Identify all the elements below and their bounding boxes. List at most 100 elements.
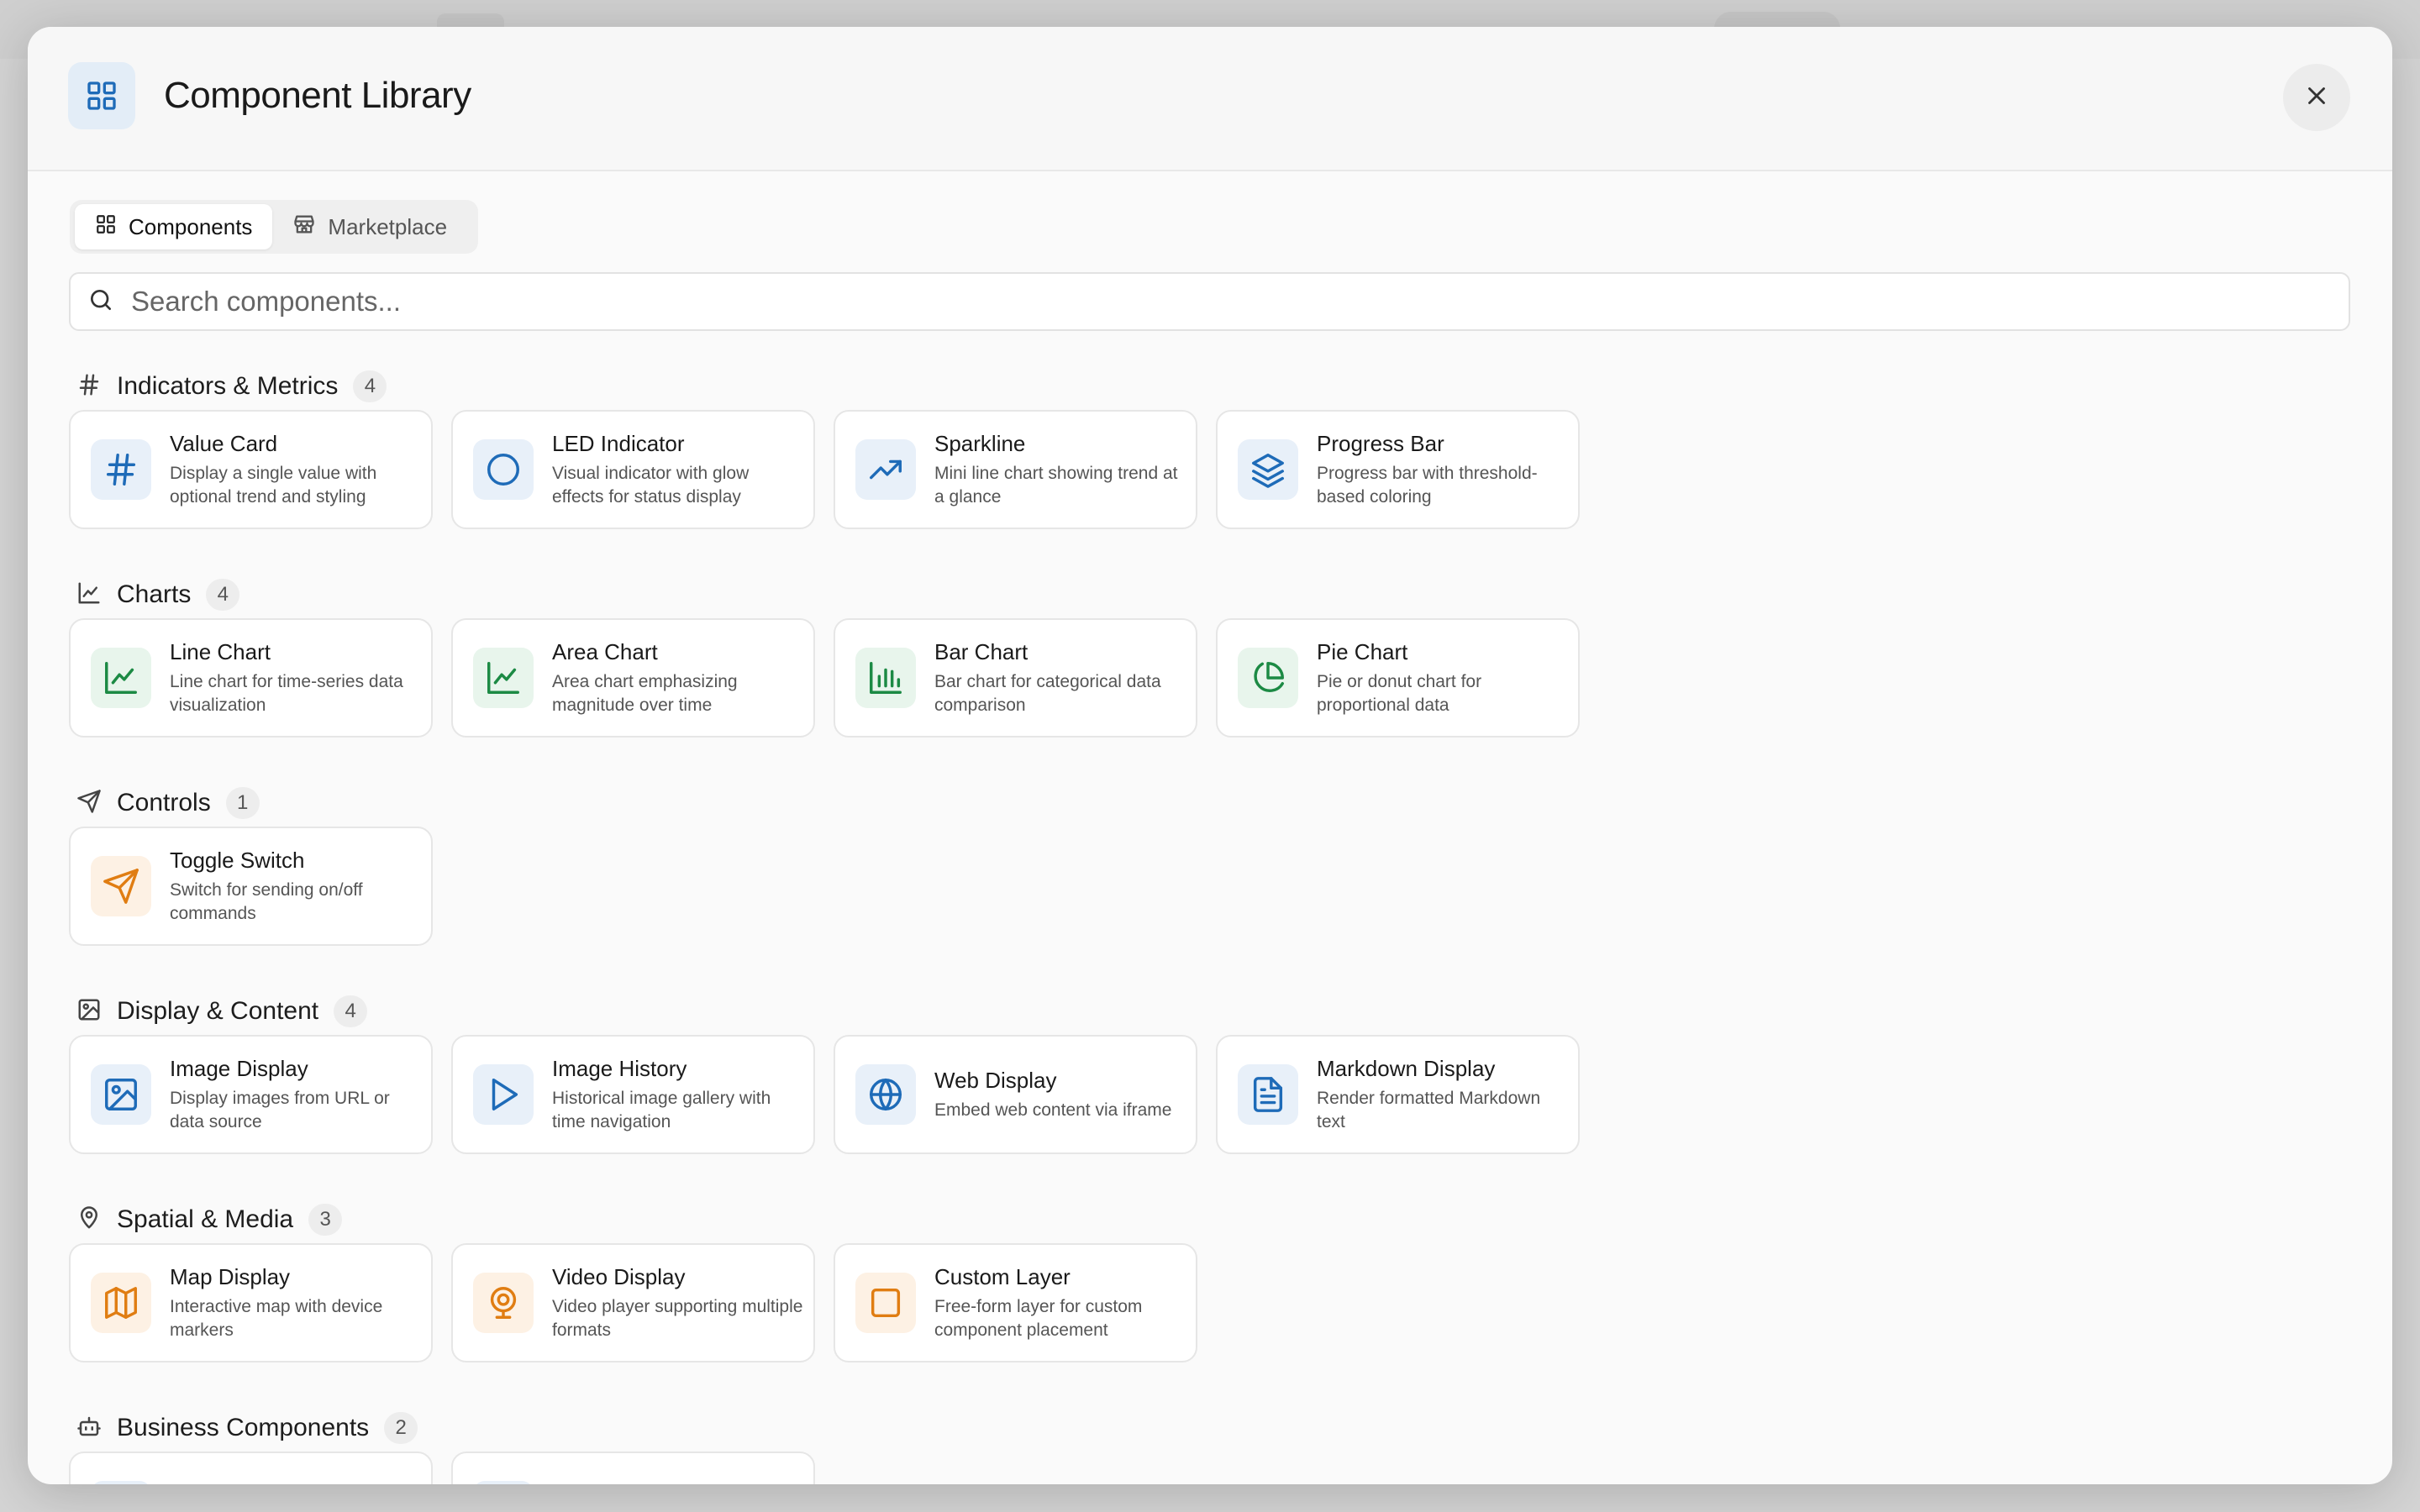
card-title: Value Card <box>170 430 278 456</box>
modal-title: Component Library <box>164 75 471 116</box>
file-text-icon <box>1238 1064 1298 1125</box>
card-description: Mini line chart showing trend at a glanc… <box>934 463 1178 507</box>
card-text: Toggle Switch Switch for sending on/off c… <box>170 848 422 926</box>
card-title: Bar Chart <box>934 638 1028 664</box>
component-card-toggle-switch[interactable]: Toggle Switch Switch for sending on/off c… <box>69 827 433 946</box>
component-card-area-chart[interactable]: Area Chart Area chart emphasizing magnitu… <box>451 618 815 738</box>
card-description: Video player supporting multiple formats <box>552 1296 803 1340</box>
card-description: Pie or donut chart for proportional data <box>1317 671 1482 715</box>
search-input[interactable] <box>129 285 2317 318</box>
component-card-sparkline[interactable]: Sparkline Mini line chart showing trend a… <box>834 410 1197 529</box>
card-text: Image History Historical image gallery wi… <box>552 1056 804 1134</box>
card-text: Web Display Embed web content via iframe <box>934 1068 1186 1122</box>
card-row: Line Chart Line chart for time-series dat… <box>69 618 1580 738</box>
webcam-icon <box>473 1273 534 1333</box>
image-icon <box>76 997 102 1026</box>
component-card-line-chart[interactable]: Line Chart Line chart for time-series dat… <box>69 618 433 738</box>
play-icon <box>473 1064 534 1125</box>
card-description: Interactive map with device markers <box>170 1296 383 1340</box>
card-row: Map Display Interactive map with device m… <box>69 1243 1197 1362</box>
component-card-bar-chart[interactable]: Bar Chart Bar chart for categorical data … <box>834 618 1197 738</box>
tab-components[interactable]: Components <box>75 204 273 249</box>
map-pin-icon <box>76 1205 102 1235</box>
component-card-video-display[interactable]: Video Display Video player supporting mul… <box>451 1243 815 1362</box>
tab-label: Marketplace <box>328 213 448 239</box>
card-text: Image Display Display images from URL or … <box>170 1056 422 1134</box>
card-title: Video Display <box>552 1263 686 1289</box>
section-business-components: Business Components 2 Agent Monitor Widget… <box>69 1411 815 1484</box>
line-chart-icon <box>76 580 102 610</box>
line-chart-icon <box>91 648 151 708</box>
component-card-value-card[interactable]: Value Card Display a single value with op… <box>69 410 433 529</box>
component-card-pie-chart[interactable]: Pie Chart Pie or donut chart for proporti… <box>1216 618 1580 738</box>
trending-up-icon <box>855 439 916 500</box>
card-description: Progress bar with threshold-based colori… <box>1317 463 1538 507</box>
close-button[interactable] <box>2283 64 2350 131</box>
component-card-image-history[interactable]: Image History Historical image gallery wi… <box>451 1035 815 1154</box>
card-description: Line chart for time-series data visualiz… <box>170 671 403 715</box>
pie-chart-icon <box>1238 648 1298 708</box>
section-header: Spatial & Media 3 <box>76 1203 343 1236</box>
search-box <box>69 272 2350 331</box>
section-header: Indicators & Metrics 4 <box>76 370 387 403</box>
count-badge: 4 <box>334 995 368 1027</box>
component-card-ai-assistant[interactable]: AI Assistant <box>451 1452 815 1484</box>
send-icon <box>76 789 102 818</box>
section-title: Spatial & Media <box>117 1205 294 1233</box>
card-title: Image History <box>552 1055 687 1081</box>
component-card-custom-layer[interactable]: Custom Layer Free-form layer for custom c… <box>834 1243 1197 1362</box>
component-library-modal: Component Library Components Marketplace… <box>28 27 2392 1484</box>
hash-icon <box>91 439 151 500</box>
component-card-web-display[interactable]: Web Display Embed web content via iframe <box>834 1035 1197 1154</box>
section-title: Charts <box>117 580 192 608</box>
section-title: Display & Content <box>117 997 319 1025</box>
count-badge: 1 <box>225 787 260 819</box>
card-title: Toggle Switch <box>170 847 305 873</box>
bot-icon <box>76 1414 102 1443</box>
count-badge: 2 <box>384 1412 418 1444</box>
card-text: Value Card Display a single value with op… <box>170 431 422 509</box>
card-row: Agent Monitor Widget AI Assistant <box>69 1452 815 1484</box>
count-badge: 4 <box>353 370 387 402</box>
map-icon <box>91 1273 151 1333</box>
card-title: Image Display <box>170 1055 308 1081</box>
card-text: Pie Chart Pie or donut chart for proporti… <box>1317 639 1569 717</box>
section-spatial-media: Spatial & Media 3 Map Display Interactive m… <box>69 1203 1197 1362</box>
card-title: Line Chart <box>170 638 271 664</box>
image-icon <box>91 1064 151 1125</box>
card-text: Bar Chart Bar chart for categorical data … <box>934 639 1186 717</box>
modal-header: Component Library <box>28 27 2392 171</box>
card-title: Sparkline <box>934 430 1026 456</box>
hash-icon <box>76 372 102 402</box>
card-title: Map Display <box>170 1263 291 1289</box>
circle-icon <box>473 439 534 500</box>
component-card-image-display[interactable]: Image Display Display images from URL or … <box>69 1035 433 1154</box>
section-header: Controls 1 <box>76 786 260 820</box>
component-card-progress-bar[interactable]: Progress Bar Progress bar with threshold-… <box>1216 410 1580 529</box>
card-description: Embed web content via iframe <box>934 1100 1172 1120</box>
card-text: LED Indicator Visual indicator with glow … <box>552 431 804 509</box>
tab-label: Components <box>129 213 253 239</box>
store-icon <box>292 213 316 242</box>
card-text: Video Display Video player supporting mul… <box>552 1264 804 1342</box>
layers-icon <box>1238 439 1298 500</box>
card-description: Free-form layer for custom component pla… <box>934 1296 1143 1340</box>
close-icon <box>2302 81 2331 114</box>
component-card-led-indicator[interactable]: LED Indicator Visual indicator with glow … <box>451 410 815 529</box>
tab-marketplace[interactable]: Marketplace <box>272 204 467 249</box>
card-text: Map Display Interactive map with device m… <box>170 1264 422 1342</box>
component-card-map-display[interactable]: Map Display Interactive map with device m… <box>69 1243 433 1362</box>
card-row: Image Display Display images from URL or … <box>69 1035 1580 1154</box>
card-description: Historical image gallery with time navig… <box>552 1088 771 1131</box>
card-title: Web Display <box>934 1067 1057 1093</box>
card-row: Value Card Display a single value with op… <box>69 410 1580 529</box>
section-controls: Controls 1 Toggle Switch Switch for sending… <box>69 786 433 946</box>
component-card-agent-monitor-widget[interactable]: Agent Monitor Widget <box>69 1452 433 1484</box>
card-description: Display a single value with optional tre… <box>170 463 377 507</box>
section-header: Display & Content 4 <box>76 995 368 1028</box>
send-icon <box>91 856 151 916</box>
component-card-markdown-display[interactable]: Markdown Display Render formatted Markdow… <box>1216 1035 1580 1154</box>
card-title: Markdown Display <box>1317 1055 1496 1081</box>
card-description: Area chart emphasizing magnitude over ti… <box>552 671 738 715</box>
card-title: LED Indicator <box>552 430 685 456</box>
